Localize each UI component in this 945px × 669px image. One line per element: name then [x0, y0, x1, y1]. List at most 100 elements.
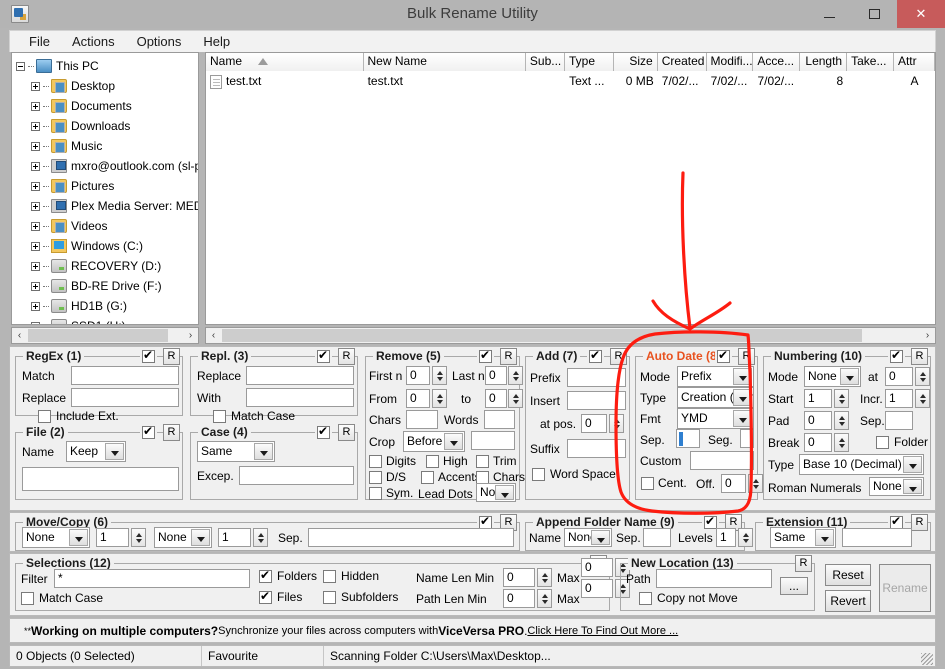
file-name-mode-select[interactable]: Keep	[66, 441, 126, 462]
expand-icon[interactable]	[31, 181, 40, 191]
regex-reset-button[interactable]: R	[163, 348, 180, 365]
reset-button[interactable]: Reset	[825, 564, 871, 586]
remove-crop-mode-select[interactable]: Before	[403, 431, 465, 452]
add-word-space-checkbox[interactable]: Word Space	[532, 467, 616, 481]
numbering-break-spinner[interactable]	[834, 433, 849, 452]
list-scroll-left-button[interactable]: ‹	[206, 328, 221, 343]
remove-enable-checkbox[interactable]	[477, 348, 494, 364]
numbering-at-input[interactable]: 0	[885, 367, 913, 386]
repl-replace-input[interactable]	[246, 366, 354, 385]
repl-with-input[interactable]	[246, 388, 354, 407]
numbering-enable-checkbox[interactable]	[888, 348, 905, 364]
tree-item[interactable]: Music	[14, 136, 198, 156]
selections-name-len-min-input[interactable]: 0	[503, 568, 535, 587]
expand-icon[interactable]	[31, 241, 40, 251]
column-header[interactable]: Attr	[893, 53, 935, 71]
remove-to-input[interactable]: 0	[485, 389, 507, 408]
remove-chars-input[interactable]	[406, 410, 438, 429]
tree-item[interactable]: This PC	[14, 56, 198, 76]
move-copy-num1-spinner[interactable]	[131, 528, 146, 547]
numbering-at-spinner[interactable]	[915, 367, 930, 386]
add-suffix-input[interactable]	[567, 439, 626, 458]
move-copy-mode1-select[interactable]: None	[22, 527, 90, 548]
regex-match-input[interactable]	[71, 366, 179, 385]
expand-icon[interactable]	[31, 101, 40, 111]
selections-files-checkbox[interactable]: Files	[259, 589, 302, 604]
numbering-incr-spinner[interactable]	[915, 389, 930, 408]
remove-trim-checkbox[interactable]: Trim	[476, 454, 517, 468]
tree-item[interactable]: Documents	[14, 96, 198, 116]
list-hscrollbar[interactable]: ‹ ›	[205, 327, 936, 344]
remove-high-checkbox[interactable]: High	[426, 454, 468, 468]
tree-item[interactable]: Downloads	[14, 116, 198, 136]
numbering-start-spinner[interactable]	[834, 389, 849, 408]
selections-hidden-checkbox[interactable]: Hidden	[323, 569, 379, 583]
column-header[interactable]: New Name	[363, 53, 526, 71]
promo-link[interactable]: Click Here To Find Out More ...	[527, 625, 678, 637]
remove-from-spinner[interactable]	[432, 389, 447, 408]
numbering-pad-spinner[interactable]	[834, 411, 849, 430]
tree-item[interactable]: Windows (C:)	[14, 236, 198, 256]
case-mode-select[interactable]: Same	[197, 441, 275, 462]
extension-value-input[interactable]	[842, 528, 912, 547]
tree-item[interactable]: Desktop	[14, 76, 198, 96]
folder-tree-pane[interactable]: This PC Desktop Documents Downloads Music mxr…	[11, 52, 199, 325]
move-copy-num2-spinner[interactable]	[253, 528, 268, 547]
extension-reset-button[interactable]: R	[911, 514, 928, 531]
expand-icon[interactable]	[31, 141, 40, 151]
new-location-browse-button[interactable]: ...	[780, 577, 808, 595]
new-location-copy-not-move-checkbox[interactable]: Copy not Move	[639, 591, 738, 605]
case-enable-checkbox[interactable]	[315, 424, 332, 440]
repl-enable-checkbox[interactable]	[315, 348, 332, 364]
add-at-pos-spinner[interactable]	[609, 414, 624, 433]
case-excep-input[interactable]	[239, 466, 354, 485]
numbering-folder-checkbox[interactable]: Folder	[876, 435, 928, 449]
append-folder-levels-spinner[interactable]	[738, 528, 753, 547]
expand-icon[interactable]	[31, 321, 40, 324]
remove-ds-checkbox[interactable]: D/S	[369, 470, 406, 484]
column-header[interactable]: Size	[613, 53, 658, 71]
numbering-reset-button[interactable]: R	[911, 348, 928, 365]
auto-date-enable-checkbox[interactable]	[715, 348, 732, 364]
remove-sym-checkbox[interactable]: Sym.	[369, 486, 413, 500]
resize-grip-icon[interactable]	[921, 653, 933, 665]
regex-enable-checkbox[interactable]	[140, 348, 157, 364]
expand-icon[interactable]	[31, 281, 40, 291]
numbering-pad-input[interactable]: 0	[804, 411, 832, 430]
column-header[interactable]: Modifi...	[706, 53, 754, 71]
tree-item[interactable]: SSD1 (H:)	[14, 316, 198, 324]
table-row[interactable]: test.txt test.txt Text ... 0 MB 7/02/... 7/02…	[206, 71, 935, 91]
file-list-pane[interactable]: Name New Name Sub... Type Size Created Modifi.…	[205, 52, 936, 325]
add-prefix-input[interactable]	[567, 368, 626, 387]
tree-item[interactable]: RECOVERY (D:)	[14, 256, 198, 276]
remove-last-n-input[interactable]: 0	[485, 366, 507, 385]
numbering-sep-input[interactable]	[885, 411, 913, 430]
repl-reset-button[interactable]: R	[338, 348, 355, 365]
column-header[interactable]: Name	[206, 53, 364, 71]
auto-date-type-select[interactable]: Creation (Cur	[677, 387, 754, 408]
status-favourite[interactable]: Favourite	[202, 646, 324, 666]
tree-hscroll-thumb[interactable]	[28, 329, 168, 342]
remove-first-n-input[interactable]: 0	[406, 366, 430, 385]
rename-button[interactable]: Rename	[879, 564, 931, 612]
selections-name-len-min-spinner[interactable]	[537, 568, 552, 587]
remove-digits-checkbox[interactable]: Digits	[369, 454, 416, 468]
remove-words-input[interactable]	[484, 410, 515, 429]
auto-date-off-input[interactable]: 0	[721, 474, 746, 493]
tree-item[interactable]: BD-RE Drive (F:)	[14, 276, 198, 296]
tree-item[interactable]: HD1B (G:)	[14, 296, 198, 316]
close-icon[interactable]: ✕	[897, 0, 945, 28]
append-folder-name-select[interactable]: None	[564, 528, 612, 547]
selections-filter-input[interactable]: *	[54, 569, 250, 588]
new-location-path-input[interactable]	[656, 569, 772, 588]
add-at-pos-input[interactable]: 0	[581, 414, 607, 433]
tree-item[interactable]: Plex Media Server: MEDIA	[14, 196, 198, 216]
auto-date-seg-input[interactable]	[740, 429, 754, 448]
auto-date-off-spinner[interactable]	[748, 474, 763, 493]
append-folder-levels-input[interactable]: 1	[716, 528, 736, 547]
remove-reset-button[interactable]: R	[500, 348, 517, 365]
new-location-reset-button[interactable]: R	[795, 555, 812, 572]
menu-item-options[interactable]: Options	[126, 32, 193, 52]
selections-match-case-checkbox[interactable]: Match Case	[21, 591, 103, 605]
selections-subfolders-checkbox[interactable]: Subfolders	[323, 590, 398, 604]
